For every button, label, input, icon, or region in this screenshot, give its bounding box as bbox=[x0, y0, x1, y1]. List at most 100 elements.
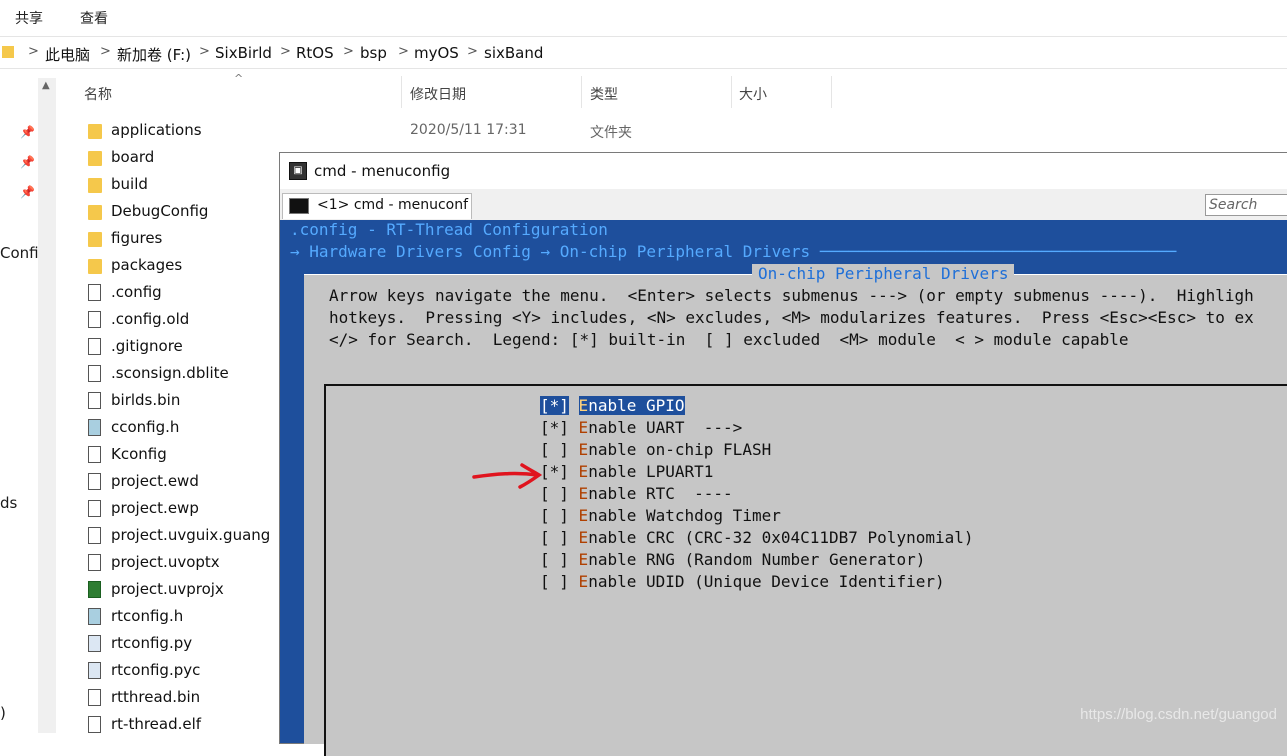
file-name: project.uvoptx bbox=[111, 553, 220, 571]
keil-project-icon bbox=[88, 581, 101, 598]
folder-icon bbox=[88, 205, 102, 220]
shortcut-file-icon bbox=[88, 284, 101, 301]
menuconfig-console[interactable]: .config - RT-Thread Configuration → Hard… bbox=[280, 220, 1287, 756]
menu-item-label: nable GPIO bbox=[588, 396, 685, 415]
file-name: DebugConfig bbox=[111, 202, 209, 220]
menu-item-label: nable RNG (Random Number Generator) bbox=[588, 550, 926, 569]
breadcrumb-item[interactable]: myOS bbox=[414, 44, 459, 62]
console-tab[interactable]: <1> cmd - menuconf bbox=[282, 193, 472, 219]
menu-item-checkbox[interactable]: [ ] bbox=[540, 572, 569, 591]
file-name: build bbox=[111, 175, 148, 193]
menu-item-label: nable CRC (CRC-32 0x04C11DB7 Polynomial) bbox=[588, 528, 974, 547]
folder-icon bbox=[88, 124, 102, 139]
column-header-name[interactable]: 名称 bbox=[84, 84, 112, 104]
menu-panel: On-chip Peripheral Drivers Arrow keys na… bbox=[304, 264, 1287, 756]
menu-item-hotkey: E bbox=[578, 396, 589, 415]
console-app-icon: ▣ bbox=[289, 162, 307, 180]
file-icon bbox=[88, 365, 101, 382]
breadcrumb-item[interactable]: 此电脑 bbox=[45, 44, 90, 65]
menu-item[interactable]: [*] Enable UART ---> bbox=[540, 418, 742, 437]
breadcrumb-item[interactable]: bsp bbox=[360, 44, 387, 62]
menu-item[interactable]: [ ] Enable on-chip FLASH bbox=[540, 440, 771, 459]
pin-icon[interactable]: 📌 bbox=[20, 185, 35, 199]
file-icon bbox=[88, 311, 101, 328]
file-name: applications bbox=[111, 121, 202, 139]
column-divider[interactable] bbox=[581, 76, 582, 108]
menu-item[interactable]: [ ] Enable UDID (Unique Device Identifie… bbox=[540, 572, 945, 591]
console-tab-bar: <1> cmd - menuconf Search bbox=[280, 190, 1287, 220]
navigation-pane: 📌 📌 📌 Confi ds ) bbox=[0, 70, 40, 733]
tab-label: <1> cmd - menuconf bbox=[317, 197, 469, 213]
menu-item[interactable]: [ ] Enable RTC ---- bbox=[540, 484, 733, 503]
header-file-icon bbox=[88, 608, 101, 625]
breadcrumb-separator: > bbox=[280, 44, 291, 59]
menu-item[interactable]: [*] Enable GPIO bbox=[540, 396, 685, 415]
tab-share[interactable]: 共享 bbox=[15, 8, 43, 28]
file-name: project.ewp bbox=[111, 499, 199, 517]
file-icon bbox=[88, 338, 101, 355]
nav-scrollbar[interactable]: ▲ bbox=[38, 78, 56, 733]
nav-item-label[interactable]: ds bbox=[0, 494, 17, 512]
menu-item[interactable]: [ ] Enable RNG (Random Number Generator) bbox=[540, 550, 925, 569]
panel-title: On-chip Peripheral Drivers bbox=[752, 264, 1015, 283]
address-bar[interactable]: > 此电脑 > 新加卷 (F:) > SixBirld > RtOS > bsp… bbox=[0, 38, 1287, 69]
menu-item-label: nable UART ---> bbox=[588, 418, 743, 437]
menu-path-line: → Hardware Drivers Config → On-chip Peri… bbox=[290, 242, 1177, 261]
breadcrumb-item[interactable]: RtOS bbox=[296, 44, 334, 62]
file-name: rtconfig.pyc bbox=[111, 661, 201, 679]
file-name: .gitignore bbox=[111, 337, 183, 355]
folder-icon bbox=[2, 46, 14, 58]
breadcrumb-separator: > bbox=[100, 44, 111, 59]
menu-item[interactable]: [*] Enable LPUART1 bbox=[540, 462, 713, 481]
menu-item[interactable]: [ ] Enable Watchdog Timer bbox=[540, 506, 781, 525]
file-icon bbox=[88, 689, 101, 706]
file-name: project.ewd bbox=[111, 472, 199, 490]
column-divider[interactable] bbox=[731, 76, 732, 108]
config-title-line: .config - RT-Thread Configuration bbox=[290, 220, 608, 239]
file-name: rt-thread.elf bbox=[111, 715, 202, 733]
menu-item-checkbox[interactable]: [*] bbox=[540, 418, 569, 437]
menu-item-hotkey: E bbox=[578, 572, 589, 591]
cmd-titlebar[interactable]: ▣ cmd - menuconfig bbox=[280, 153, 1287, 189]
column-header-date[interactable]: 修改日期 bbox=[410, 84, 466, 104]
breadcrumb-item[interactable]: SixBirld bbox=[215, 44, 272, 62]
menu-item-label: nable LPUART1 bbox=[588, 462, 714, 481]
file-name: .sconsign.dblite bbox=[111, 364, 229, 382]
pin-icon[interactable]: 📌 bbox=[20, 125, 35, 139]
column-divider[interactable] bbox=[831, 76, 832, 108]
cmd-window[interactable]: ▣ cmd - menuconfig <1> cmd - menuconf Se… bbox=[279, 152, 1287, 756]
folder-icon bbox=[88, 151, 102, 166]
scroll-up-icon[interactable]: ▲ bbox=[42, 80, 50, 91]
pin-icon[interactable]: 📌 bbox=[20, 155, 35, 169]
annotation-arrow-icon bbox=[472, 463, 543, 489]
column-header-size[interactable]: 大小 bbox=[739, 84, 767, 104]
search-input[interactable]: Search bbox=[1205, 194, 1287, 216]
menu-item[interactable]: [ ] Enable CRC (CRC-32 0x04C11DB7 Polyno… bbox=[540, 528, 974, 547]
help-text-line: hotkeys. Pressing <Y> includes, <N> excl… bbox=[329, 308, 1254, 327]
menu-item-label: nable on-chip FLASH bbox=[588, 440, 772, 459]
file-name: .config.old bbox=[111, 310, 190, 328]
menu-item-checkbox[interactable]: [*] bbox=[540, 396, 569, 415]
file-icon bbox=[88, 392, 101, 409]
menu-item-checkbox[interactable]: [ ] bbox=[540, 550, 569, 569]
menu-item-checkbox[interactable]: [ ] bbox=[540, 528, 569, 547]
breadcrumb-separator: > bbox=[28, 44, 39, 59]
folder-icon bbox=[88, 232, 102, 247]
list-item[interactable]: applications bbox=[84, 118, 384, 145]
menu-item-checkbox[interactable]: [ ] bbox=[540, 506, 569, 525]
menu-item-hotkey: E bbox=[578, 440, 589, 459]
breadcrumb-item[interactable]: 新加卷 (F:) bbox=[117, 44, 191, 65]
column-divider[interactable] bbox=[401, 76, 402, 108]
file-name: Kconfig bbox=[111, 445, 167, 463]
nav-item-label[interactable]: ) bbox=[0, 704, 6, 722]
breadcrumb-separator: > bbox=[467, 44, 478, 59]
column-header-type[interactable]: 类型 bbox=[590, 84, 618, 104]
menu-item-hotkey: E bbox=[578, 418, 589, 437]
nav-item-label[interactable]: Confi bbox=[0, 244, 39, 262]
file-name: cconfig.h bbox=[111, 418, 180, 436]
menu-item-checkbox[interactable]: [ ] bbox=[540, 440, 569, 459]
menu-item-list: [*] Enable GPIO [*] Enable UART --->[ ] E… bbox=[324, 384, 1287, 756]
breadcrumb-item[interactable]: sixBand bbox=[484, 44, 543, 62]
tab-view[interactable]: 查看 bbox=[80, 8, 108, 28]
explorer-ribbon: 共享 查看 bbox=[0, 0, 1287, 37]
